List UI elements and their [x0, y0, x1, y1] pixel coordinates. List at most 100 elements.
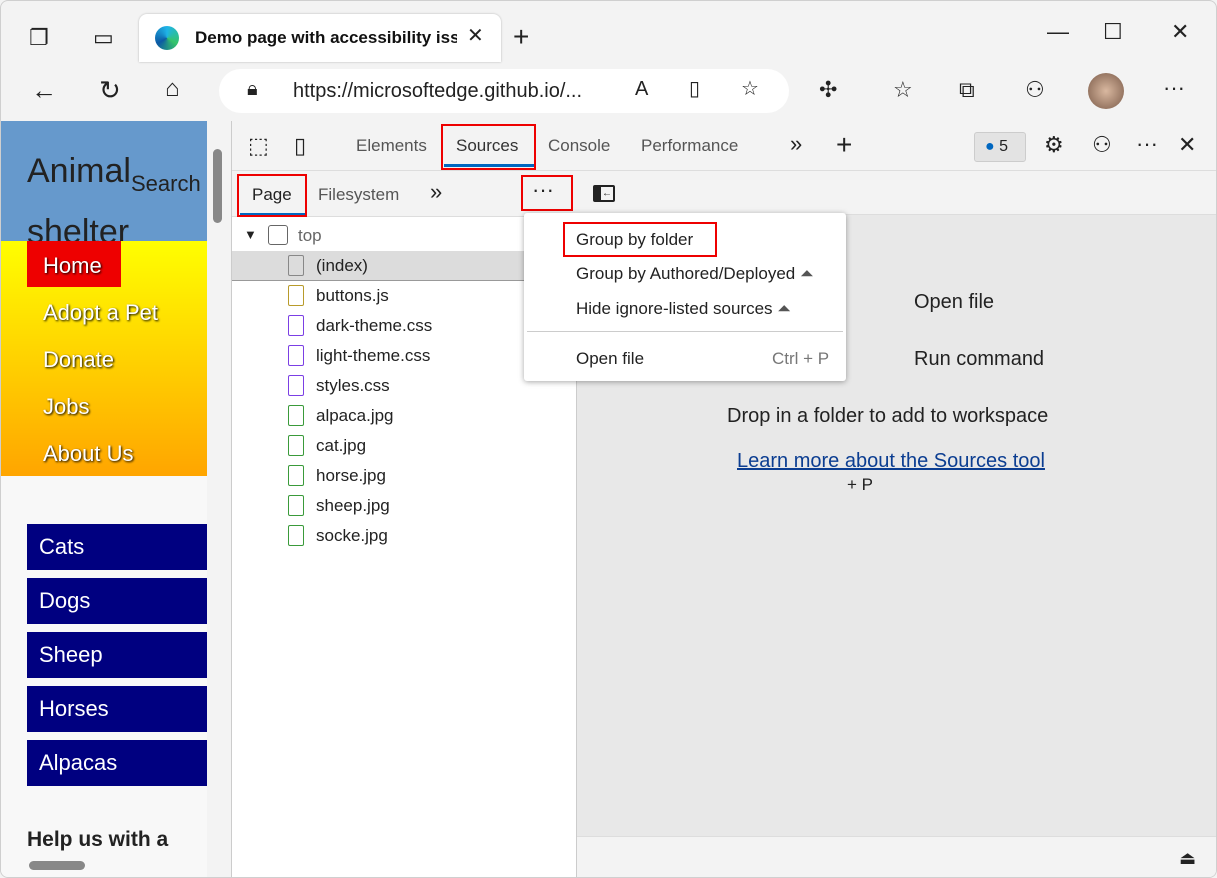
issues-badge[interactable]: ● 5: [974, 132, 1026, 162]
devtools-toolbar: ⬚ ▯ Elements Sources Console Performance…: [232, 121, 1216, 171]
close-devtools-icon[interactable]: ✕: [1178, 134, 1196, 156]
nav-donate[interactable]: Donate: [43, 347, 114, 373]
editor-toolbar: ←: [577, 171, 1216, 215]
category-horses[interactable]: Horses: [27, 686, 207, 732]
device-emulation-icon[interactable]: ▯: [294, 135, 306, 157]
highlight-page: [237, 174, 307, 217]
feedback-icon[interactable]: ⚇: [1092, 134, 1112, 156]
frame-icon: [268, 225, 288, 245]
menu-group-by-authored[interactable]: Group by Authored/Deployed ⏶: [576, 264, 814, 284]
document-file-icon: [288, 255, 304, 276]
image-file-icon: [288, 405, 304, 426]
new-tab-icon[interactable]: +: [513, 23, 529, 51]
category-cats[interactable]: Cats: [27, 524, 207, 570]
highlight-menu-button: [521, 175, 573, 211]
tab-performance[interactable]: Performance: [641, 136, 738, 156]
toggle-navigator-icon[interactable]: ←: [593, 185, 615, 202]
file-name: (index): [316, 256, 368, 275]
highlight-sources: [441, 124, 536, 170]
close-tab-icon[interactable]: ✕: [467, 26, 484, 46]
browser-window: ❐ ▭ Demo page with accessibility issues …: [0, 0, 1217, 878]
edge-logo-icon: [155, 26, 179, 50]
webpage: Animal shelter Search Home Adopt a Pet Do…: [1, 121, 207, 877]
page-header: Animal shelter Search: [1, 121, 207, 251]
extensions-icon[interactable]: ✣: [819, 79, 837, 101]
file-name: cat.jpg: [316, 436, 367, 455]
nav-jobs[interactable]: Jobs: [43, 394, 89, 420]
file-item[interactable]: horse.jpg: [232, 461, 577, 491]
collections-icon[interactable]: ⧉: [959, 79, 975, 101]
read-aloud-icon[interactable]: A: [635, 79, 648, 99]
nav-about[interactable]: About Us: [43, 441, 134, 467]
message-icon: ●: [985, 138, 995, 155]
add-favorite-icon[interactable]: ☆: [741, 79, 759, 99]
file-item[interactable]: cat.jpg: [232, 431, 577, 461]
file-name: buttons.js: [316, 286, 389, 305]
tab-title: Demo page with accessibility issues: [195, 28, 457, 47]
image-file-icon: [288, 465, 304, 486]
browser-tab[interactable]: Demo page with accessibility issues ✕: [139, 14, 501, 62]
file-name: sheep.jpg: [316, 496, 390, 515]
show-drawer-icon[interactable]: ⏏: [1179, 849, 1196, 867]
nav-adopt[interactable]: Adopt a Pet: [43, 300, 158, 326]
lock-icon[interactable]: 🔒︎: [247, 79, 258, 99]
add-tool-icon[interactable]: +: [836, 131, 852, 159]
more-subtabs-icon[interactable]: »: [430, 181, 442, 203]
favorites-icon[interactable]: ☆: [893, 79, 913, 101]
category-alpacas[interactable]: Alpacas: [27, 740, 207, 786]
minimize-icon[interactable]: —: [1047, 21, 1069, 43]
experiment-icon: ⏶: [800, 264, 814, 283]
navigator-context-menu: Group by folder Group by Authored/Deploy…: [524, 213, 846, 381]
file-name: styles.css: [316, 376, 390, 395]
tab-console[interactable]: Console: [548, 136, 610, 156]
experiment-icon: ⏶: [777, 299, 791, 318]
page-vertical-scrollbar[interactable]: [207, 121, 231, 856]
file-name: dark-theme.css: [316, 316, 433, 335]
maximize-icon[interactable]: ☐: [1103, 21, 1123, 43]
immersive-reader-icon[interactable]: ▯: [689, 79, 700, 99]
help-heading: Help us with a: [27, 828, 169, 851]
address-bar[interactable]: 🔒︎ https://microsoftedge.github.io/... A…: [219, 69, 789, 113]
horizontal-scrollbar[interactable]: [29, 861, 85, 870]
drawer-bar: ⏏: [577, 836, 1216, 877]
inspect-icon[interactable]: ⬚: [248, 135, 269, 157]
scroll-thumb[interactable]: [213, 149, 222, 223]
search-label[interactable]: Search: [131, 171, 201, 197]
stylesheet-file-icon: [288, 345, 304, 366]
menu-divider: [527, 331, 843, 332]
back-icon[interactable]: ←: [31, 77, 57, 103]
refresh-icon[interactable]: ↻: [99, 77, 121, 103]
vertical-tabs-icon[interactable]: ▭: [93, 27, 114, 49]
drop-folder-text: Drop in a folder to add to workspace: [727, 405, 1049, 427]
home-icon[interactable]: ⌂: [165, 77, 180, 101]
image-file-icon: [288, 495, 304, 516]
close-window-icon[interactable]: ✕: [1171, 21, 1189, 43]
stylesheet-file-icon: [288, 375, 304, 396]
more-tabs-icon[interactable]: »: [790, 133, 802, 155]
avatar[interactable]: [1088, 73, 1124, 109]
navigator-tabs: Page Filesystem » ···: [232, 171, 577, 217]
file-item[interactable]: sheep.jpg: [232, 491, 577, 521]
learn-more-link[interactable]: Learn more about the Sources tool: [737, 450, 1045, 473]
category-sheep[interactable]: Sheep: [27, 632, 207, 678]
image-file-icon: [288, 525, 304, 546]
category-dogs[interactable]: Dogs: [27, 578, 207, 624]
nav-home[interactable]: Home: [43, 253, 102, 279]
feedback-icon[interactable]: ⚇: [1025, 79, 1045, 101]
highlight-group-by-folder: [563, 222, 717, 257]
url-text[interactable]: https://microsoftedge.github.io/...: [293, 80, 582, 103]
tab-elements[interactable]: Elements: [356, 136, 427, 156]
settings-icon[interactable]: ⚙: [1044, 134, 1064, 156]
more-icon[interactable]: ···: [1163, 77, 1185, 99]
more-options-icon[interactable]: ···: [1136, 133, 1158, 155]
workspaces-icon[interactable]: ❐: [29, 27, 49, 49]
hint-run-command: Run command: [914, 348, 1045, 370]
file-item[interactable]: socke.jpg: [232, 521, 577, 551]
subtab-filesystem[interactable]: Filesystem: [318, 185, 399, 205]
file-name: alpaca.jpg: [316, 406, 394, 425]
file-item[interactable]: alpaca.jpg: [232, 401, 577, 431]
menu-open-file[interactable]: Open file: [576, 349, 644, 369]
file-name: horse.jpg: [316, 466, 386, 485]
menu-hide-ignore-listed[interactable]: Hide ignore-listed sources ⏶: [576, 299, 791, 319]
expand-arrow-icon[interactable]: ▼: [244, 227, 257, 242]
